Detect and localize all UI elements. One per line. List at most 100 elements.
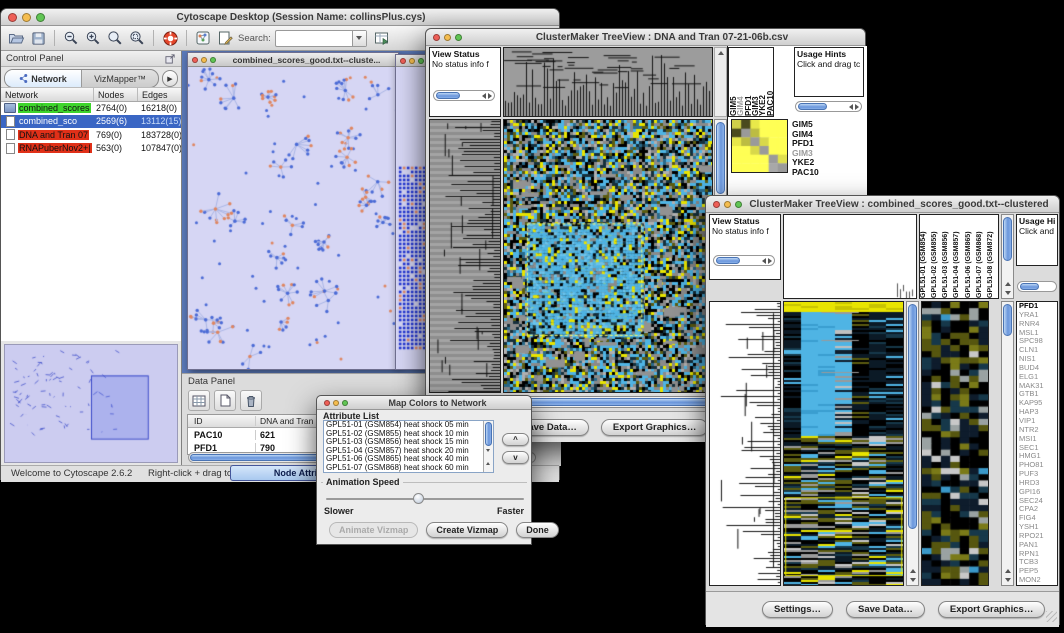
column-label[interactable]: YKE2 xyxy=(758,48,765,116)
column-dendrogram[interactable] xyxy=(503,47,713,117)
attribute-list-item[interactable]: GPL51-04 (GSM857) heat shock 20 min xyxy=(324,447,493,456)
main-titlebar[interactable]: Cytoscape Desktop (Session Name: collins… xyxy=(1,9,559,26)
scroll-right-icon[interactable] xyxy=(855,104,859,110)
network-row[interactable]: combined_scores 2764(0) 16218(0) xyxy=(1,101,181,115)
resize-grip[interactable] xyxy=(1046,611,1057,622)
usage-hscrollbar[interactable] xyxy=(1017,281,1057,292)
hscroll-thumb[interactable] xyxy=(716,257,740,264)
column-header-edges[interactable]: Edges xyxy=(138,88,181,101)
zoom-out-icon[interactable] xyxy=(61,28,81,48)
zoom-fit-icon[interactable] xyxy=(127,28,147,48)
dialog-button[interactable]: Done xyxy=(516,522,559,538)
tabs-overflow-button[interactable]: ▶ xyxy=(162,70,178,87)
column-header-network[interactable]: Network xyxy=(1,88,94,101)
network-overview-icon[interactable] xyxy=(193,28,213,48)
heatmap-vscrollbar[interactable] xyxy=(906,301,919,586)
column-label[interactable]: PFD1 xyxy=(744,48,751,116)
minimize-icon[interactable] xyxy=(724,201,731,208)
network-view-titlebar[interactable]: combined_scores_good.txt--cluste... xyxy=(188,53,398,67)
close-icon[interactable] xyxy=(192,57,198,63)
scroll-up-icon[interactable] xyxy=(1005,569,1011,573)
treeview-button[interactable]: Settings… xyxy=(762,601,833,618)
list-vscrollbar[interactable] xyxy=(483,421,493,472)
column-label[interactable]: GPL51-02 (GSM855) xyxy=(931,215,942,298)
network-row[interactable]: RNAPuberNov2+| 563(0) 107847(0) xyxy=(1,142,181,156)
id-column-header[interactable]: ID xyxy=(188,416,256,426)
move-up-button[interactable]: ^ xyxy=(502,433,529,446)
attribute-list[interactable]: GPL51-01 (GSM854) heat shock 05 min GPL51… xyxy=(323,420,494,473)
scroll-up-icon[interactable] xyxy=(1005,282,1011,286)
maximize-icon[interactable] xyxy=(735,201,742,208)
attribute-table-icon[interactable] xyxy=(188,390,210,411)
scroll-left-icon[interactable] xyxy=(482,93,486,99)
column-label[interactable]: PAC10 xyxy=(766,48,773,116)
gene-label[interactable]: PAC10 xyxy=(792,168,862,178)
network-graph-canvas[interactable] xyxy=(188,67,398,369)
column-label[interactable]: GPL51-06 (GSM865) xyxy=(965,215,976,298)
animation-speed-slider[interactable] xyxy=(326,498,524,500)
column-label[interactable]: GPL51-07 (GSM868) xyxy=(976,215,987,298)
column-label[interactable]: GPL51-03 (GSM856) xyxy=(942,215,953,298)
scroll-right-icon[interactable] xyxy=(488,93,492,99)
help-ring-icon[interactable] xyxy=(160,28,180,48)
attribute-list-item[interactable]: GPL51-06 (GSM865) heat shock 40 min xyxy=(324,455,493,464)
treeview-button[interactable]: Save Data… xyxy=(846,601,925,618)
scroll-down-icon[interactable] xyxy=(910,578,916,582)
search-dropdown-icon[interactable] xyxy=(352,31,366,46)
attribute-list-item[interactable]: GPL51-03 (GSM856) heat shock 15 min xyxy=(324,438,493,447)
column-label[interactable]: GPL51-01 (GSM854) xyxy=(920,215,931,298)
treeview-button[interactable]: Export Graphics… xyxy=(601,419,708,436)
status-hscrollbar[interactable] xyxy=(713,255,775,266)
delete-attribute-icon[interactable] xyxy=(240,390,262,411)
minimize-icon[interactable] xyxy=(22,13,31,22)
scroll-down-icon[interactable] xyxy=(1005,291,1011,295)
minimize-icon[interactable] xyxy=(333,400,339,406)
dialog-button[interactable]: Create Vizmap xyxy=(426,522,508,538)
float-panel-icon[interactable] xyxy=(165,53,176,64)
scroll-down-icon[interactable] xyxy=(1005,578,1011,582)
vscroll-thumb[interactable] xyxy=(1003,217,1012,261)
network-row[interactable]: DNA and Tran 07 769(0) 183728(0) xyxy=(1,128,181,142)
new-attribute-icon[interactable] xyxy=(214,390,236,411)
maximize-icon[interactable] xyxy=(36,13,45,22)
column-header-nodes[interactable]: Nodes xyxy=(94,88,138,101)
row-dendrogram[interactable] xyxy=(709,301,781,586)
usage-hscrollbar[interactable] xyxy=(795,101,862,112)
vscroll-thumb[interactable] xyxy=(1003,304,1012,336)
close-icon[interactable] xyxy=(324,400,330,406)
dialog-titlebar[interactable]: Map Colors to Network xyxy=(317,396,531,410)
tab-network[interactable]: Network xyxy=(5,70,81,87)
hscroll-thumb[interactable] xyxy=(436,92,460,99)
close-icon[interactable] xyxy=(433,34,440,41)
column-label[interactable]: GIM4 xyxy=(736,48,743,116)
treeview-button[interactable]: Export Graphics… xyxy=(938,601,1045,618)
hscroll-thumb[interactable] xyxy=(1020,283,1039,290)
column-label[interactable]: GPL51-04 (GSM857) xyxy=(953,215,964,298)
maximize-icon[interactable] xyxy=(455,34,462,41)
attribute-list-item[interactable]: GPL51-01 (GSM854) heat shock 05 min xyxy=(324,421,493,430)
treeview2-titlebar[interactable]: ClusterMaker TreeView : combined_scores_… xyxy=(706,196,1059,213)
scroll-right-icon[interactable] xyxy=(768,258,772,264)
dialog-button[interactable]: Animate Vizmap xyxy=(329,522,418,538)
scroll-left-icon[interactable] xyxy=(849,104,853,110)
heatmap-zoom-view[interactable] xyxy=(921,301,989,586)
maximize-icon[interactable] xyxy=(418,58,424,64)
column-dendrogram[interactable] xyxy=(783,214,917,299)
move-down-button[interactable]: v xyxy=(502,451,529,464)
attribute-list-item[interactable]: GPL51-07 (GSM868) heat shock 60 min xyxy=(324,464,493,473)
minimize-icon[interactable] xyxy=(444,34,451,41)
heatmap-global-view[interactable] xyxy=(503,119,713,393)
maximize-icon[interactable] xyxy=(210,57,216,63)
zoom-selected-icon[interactable] xyxy=(105,28,125,48)
birdseye-overview[interactable] xyxy=(4,344,178,463)
scroll-left-icon[interactable] xyxy=(762,258,766,264)
scroll-up-icon[interactable] xyxy=(910,569,916,573)
scroll-up-icon[interactable] xyxy=(718,51,724,55)
gene-label[interactable]: MON2 xyxy=(1019,576,1057,585)
slider-knob[interactable] xyxy=(413,493,424,504)
search-input[interactable] xyxy=(276,32,352,45)
vscroll-thumb[interactable] xyxy=(485,422,492,446)
annotation-icon[interactable] xyxy=(215,28,235,48)
close-icon[interactable] xyxy=(713,201,720,208)
correlation-matrix[interactable] xyxy=(731,119,788,173)
